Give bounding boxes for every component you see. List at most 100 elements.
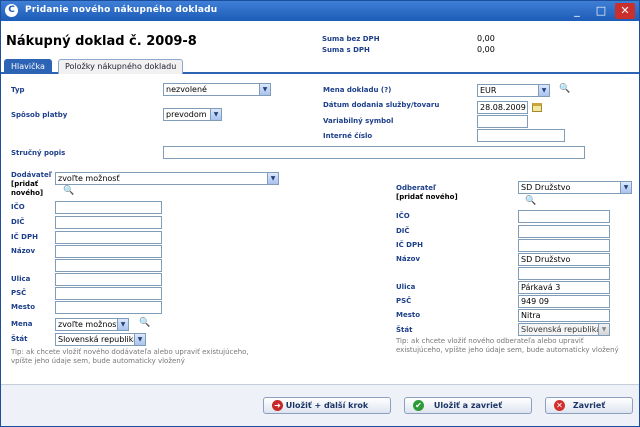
chevron-down-icon: ▼	[538, 85, 549, 96]
customer-country-value: Slovenská republika	[521, 325, 602, 334]
chevron-down-icon: ▼	[620, 182, 631, 193]
delivery-date-label: Dátum dodania služby/tovaru	[323, 101, 440, 109]
payment-method-select[interactable]: prevodom ▼	[163, 108, 222, 121]
supplier-tip: Tip: ak chcete vložiť nového dodávateľa …	[11, 348, 249, 365]
customer-street-input[interactable]: Párkavá 3	[518, 281, 610, 294]
save-close-label: Uložiť a zavrieť	[433, 401, 503, 410]
payment-method-label: Spôsob platby	[11, 111, 68, 119]
tab-document-items[interactable]: Položky nákupného dokladu	[58, 59, 184, 74]
sum-with-vat-label: Suma s DPH	[322, 46, 370, 54]
app-logo-icon: C	[5, 4, 18, 17]
chevron-down-icon: ▼	[267, 173, 278, 184]
customer-dic-input[interactable]	[518, 225, 610, 238]
dialog-window: C Pridanie nového nákupného dokladu _ □ …	[0, 0, 640, 427]
save-next-step-label: Uložiť + ďalší krok	[285, 401, 369, 410]
description-label: Stručný popis	[11, 149, 66, 157]
supplier-icdph-input[interactable]	[55, 231, 162, 244]
supplier-label-text: Dodávateľ	[11, 171, 53, 179]
supplier-icdph-label: IČ DPH	[11, 233, 38, 241]
arrow-right-icon: ➜	[272, 400, 283, 411]
add-new-supplier-link[interactable]: [pridať nového]	[11, 180, 43, 197]
button-bar: ➜ Uložiť + ďalší krok ✔ Uložiť a zavrieť…	[1, 384, 639, 426]
payment-method-value: prevodom	[166, 110, 207, 119]
customer-dic-label: DIČ	[396, 227, 410, 235]
customer-country-label: Štát	[396, 326, 413, 334]
customer-psc-label: PSČ	[396, 297, 412, 305]
supplier-country-value: Slovenská republika	[58, 335, 139, 344]
currency-select[interactable]: EUR ▼	[477, 84, 550, 97]
supplier-psc-label: PSČ	[11, 289, 27, 297]
currency-select-value: EUR	[480, 86, 497, 95]
supplier-street-input[interactable]	[55, 273, 162, 286]
type-label: Typ	[11, 86, 25, 94]
customer-tip: Tip: ak chcete vložiť nového odberateľa …	[396, 337, 619, 354]
customer-select[interactable]: SD Družstvo ▼	[518, 181, 632, 194]
customer-select-value: SD Družstvo	[521, 183, 571, 192]
customer-ico-input[interactable]	[518, 210, 610, 223]
supplier-currency-label: Mena	[11, 320, 33, 328]
supplier-select-value: zvoľte možnosť	[58, 174, 120, 183]
supplier-label: Dodávateľ [pridať nového]	[11, 171, 55, 198]
supplier-name-label: Názov	[11, 247, 36, 255]
search-icon[interactable]: 🔍	[559, 85, 570, 94]
type-select[interactable]: nezvolené ▼	[163, 83, 271, 96]
supplier-country-select[interactable]: Slovenská republika ▼	[55, 333, 146, 346]
customer-city-input[interactable]: Nitra	[518, 309, 610, 322]
variable-symbol-input[interactable]	[477, 115, 528, 128]
customer-country-select: Slovenská republika ▼	[518, 323, 610, 336]
supplier-city-input[interactable]	[55, 301, 162, 314]
customer-label-text: Odberateľ	[396, 184, 437, 192]
calendar-icon[interactable]	[532, 103, 542, 112]
customer-city-label: Mesto	[396, 311, 421, 319]
customer-name-label: Názov	[396, 255, 421, 263]
currency-help-link[interactable]: (?)	[381, 86, 391, 94]
customer-label: Odberateľ [pridať nového]	[396, 184, 516, 202]
supplier-country-label: Štát	[11, 335, 28, 343]
currency-label-text: Mena dokladu	[323, 86, 379, 94]
supplier-select[interactable]: zvoľte možnosť ▼	[55, 172, 279, 185]
supplier-currency-select[interactable]: zvoľte možnosť ▼	[55, 318, 129, 331]
chevron-down-icon: ▼	[117, 319, 128, 330]
window-close-button[interactable]: ✕	[615, 3, 635, 19]
supplier-psc-input[interactable]	[55, 287, 162, 300]
search-icon[interactable]: 🔍	[139, 319, 150, 328]
document-title: Nákupný doklad č. 2009-8	[6, 34, 197, 49]
search-icon[interactable]: 🔍	[63, 187, 74, 196]
chevron-down-icon: ▼	[134, 334, 145, 345]
close-button[interactable]: ✕ Zavrieť	[545, 397, 633, 414]
description-input[interactable]	[163, 146, 585, 159]
supplier-currency-value: zvoľte možnosť	[58, 320, 120, 329]
search-icon[interactable]: 🔍	[525, 197, 536, 206]
tab-header[interactable]: Hlavička	[4, 59, 52, 74]
customer-icdph-label: IČ DPH	[396, 241, 423, 249]
close-icon: ✕	[554, 400, 565, 411]
close-label: Zavrieť	[572, 401, 606, 410]
chevron-down-icon: ▼	[210, 109, 221, 120]
supplier-dic-input[interactable]	[55, 216, 162, 229]
supplier-name-input[interactable]	[55, 245, 162, 258]
maximize-button[interactable]: □	[591, 3, 611, 19]
form-content: Typ nezvolené ▼ Spôsob platby prevodom ▼…	[1, 76, 639, 384]
customer-name-input[interactable]: SD Družstvo	[518, 253, 610, 266]
save-close-button[interactable]: ✔ Uložiť a zavrieť	[404, 397, 532, 414]
customer-name2-input[interactable]	[518, 267, 610, 280]
customer-psc-input[interactable]: 949 09	[518, 295, 610, 308]
delivery-date-input[interactable]: 28.08.2009	[477, 101, 528, 114]
customer-ico-label: IČO	[396, 212, 410, 220]
supplier-city-label: Mesto	[11, 303, 36, 311]
supplier-name2-input[interactable]	[55, 259, 162, 272]
internal-number-input[interactable]	[477, 129, 565, 142]
supplier-ico-label: IČO	[11, 203, 25, 211]
currency-label: Mena dokladu (?)	[323, 86, 391, 95]
supplier-ico-input[interactable]	[55, 201, 162, 214]
customer-icdph-input[interactable]	[518, 239, 610, 252]
title-bar[interactable]: C Pridanie nového nákupného dokladu _ □ …	[1, 1, 639, 21]
save-next-step-button[interactable]: ➜ Uložiť + ďalší krok	[263, 397, 391, 414]
supplier-street-label: Ulica	[11, 275, 31, 283]
internal-number-label: Interné číslo	[323, 132, 373, 140]
add-new-customer-link[interactable]: [pridať nového]	[396, 193, 458, 201]
minimize-button[interactable]: _	[567, 3, 587, 19]
tab-bar: Hlavička Položky nákupného dokladu	[1, 59, 639, 74]
chevron-down-icon: ▼	[598, 324, 609, 335]
customer-street-label: Ulica	[396, 283, 416, 291]
